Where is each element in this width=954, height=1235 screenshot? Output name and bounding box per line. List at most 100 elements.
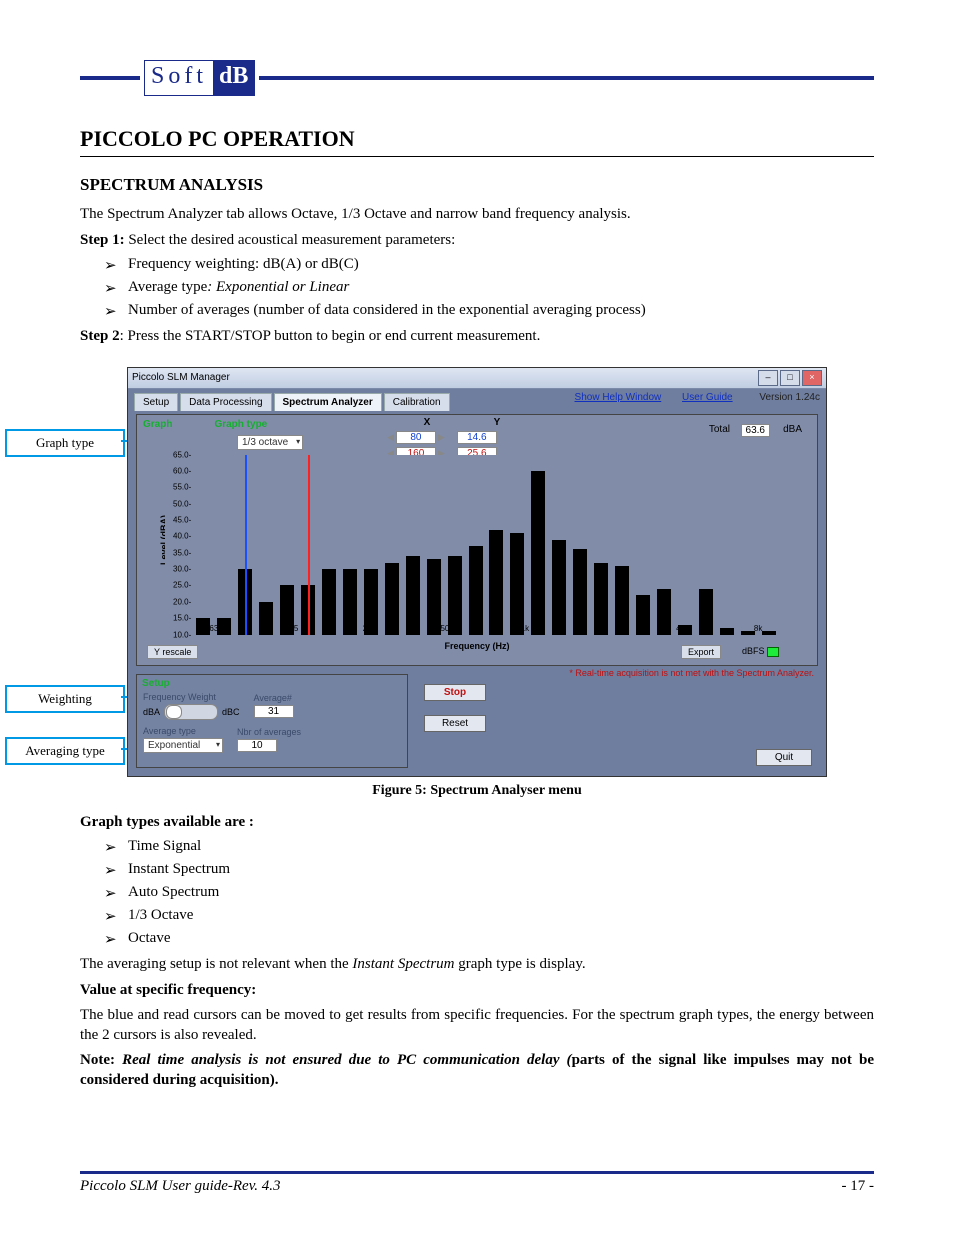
cursor-blue[interactable]: [245, 455, 247, 635]
step2-text: : Press the START/STOP button to begin o…: [120, 328, 541, 344]
callout-averaging: Averaging type: [5, 737, 125, 765]
graph-types-list: ➢Time Signal ➢Instant Spectrum ➢Auto Spe…: [80, 838, 874, 949]
x-tick: 500: [440, 624, 453, 633]
y-tick: 45.0-: [173, 515, 191, 524]
total-label: Total: [709, 424, 730, 435]
setup-panel: Setup Frequency Weight dBA dBC Average# …: [136, 674, 408, 768]
window-title: Piccolo SLM Manager: [132, 372, 756, 383]
quit-button[interactable]: Quit: [756, 749, 812, 766]
list-item: 1/3 Octave: [128, 907, 193, 926]
bullet-text: Average type: Exponential or Linear: [128, 279, 349, 298]
chart-bar: [657, 589, 671, 635]
chart-bar: [762, 631, 776, 634]
chart-bar: [573, 549, 587, 634]
note-italic: Real time analysis is not ensured due to…: [122, 1052, 572, 1068]
chart-bar: [343, 569, 357, 634]
logo-db: dB: [213, 61, 254, 95]
header: Soft dB: [80, 60, 874, 96]
x-tick: 2k: [598, 624, 606, 633]
step1: Step 1: Select the desired acoustical me…: [80, 231, 874, 251]
chart-bar: [469, 546, 483, 634]
logo-soft: Soft: [145, 61, 213, 95]
bullet-icon: ➢: [104, 302, 128, 321]
section-heading: SPECTRUM ANALYSIS: [80, 175, 874, 195]
nbr-avg-input[interactable]: 10: [237, 739, 277, 752]
list-item: Octave: [128, 930, 170, 949]
step1-bullets: ➢Frequency weighting: dB(A) or dB(C) ➢Av…: [80, 256, 874, 321]
avg-num-value: 31: [254, 705, 294, 718]
avg-type-select[interactable]: Exponential: [143, 738, 223, 753]
right-arrow-icon[interactable]: ▶: [438, 432, 445, 443]
y-tick: 25.0-: [173, 581, 191, 590]
user-guide-link[interactable]: User Guide: [682, 392, 733, 403]
bullet-icon: ➢: [104, 861, 128, 880]
y-tick: 30.0-: [173, 565, 191, 574]
bullet-text: Number of averages (number of data consi…: [128, 302, 646, 321]
footer-rule: [80, 1171, 874, 1174]
action-buttons: Stop Reset: [424, 684, 486, 732]
close-button[interactable]: ×: [802, 370, 822, 386]
y-tick: 60.0-: [173, 466, 191, 475]
tab-setup[interactable]: Setup: [134, 393, 178, 411]
chart-bar: [259, 602, 273, 635]
weighting-toggle[interactable]: [164, 704, 218, 720]
screenshot: Graph type Weighting Averaging type Picc…: [127, 367, 827, 777]
bullet-icon: ➢: [104, 907, 128, 926]
graph-panel: Graph Graph type 1/3 octave X Y ◀ 80 ▶ 1…: [136, 414, 818, 666]
tab-calibration[interactable]: Calibration: [384, 393, 450, 411]
left-arrow-icon[interactable]: ◀: [387, 432, 394, 443]
bullet-icon: ➢: [104, 256, 128, 275]
export-button[interactable]: Export: [681, 645, 721, 659]
y-tick: 35.0-: [173, 548, 191, 557]
note-paragraph: Note: Real time analysis is not ensured …: [80, 1051, 874, 1090]
freq-weight-label: Frequency Weight: [143, 692, 240, 702]
stop-button[interactable]: Stop: [424, 684, 486, 701]
total-value: 63.6: [741, 424, 770, 437]
cursor-x1[interactable]: 80: [396, 431, 436, 444]
y-tick: 40.0-: [173, 532, 191, 541]
titlebar: Piccolo SLM Manager – □ ×: [128, 368, 826, 389]
cursor-y1: 14.6: [457, 431, 497, 444]
tab-spectrum-analyzer[interactable]: Spectrum Analyzer: [274, 393, 382, 411]
chart-bar: [217, 618, 231, 634]
cursor-red[interactable]: [308, 455, 310, 635]
chart-bar: [552, 540, 566, 635]
graph-type-select[interactable]: 1/3 octave: [237, 435, 303, 450]
app-window: Piccolo SLM Manager – □ × Setup Data Pro…: [127, 367, 827, 777]
y-tick: 20.0-: [173, 597, 191, 606]
chart-bar: [322, 569, 336, 634]
chart-bar: [510, 533, 524, 634]
reset-button[interactable]: Reset: [424, 715, 486, 732]
chart-plot: 65.0-60.0-55.0-50.0-45.0-40.0-35.0-30.0-…: [165, 455, 807, 635]
logo: Soft dB: [144, 60, 255, 96]
step1-text: Select the desired acoustical measuremen…: [125, 232, 456, 248]
x-tick: 1k: [521, 624, 529, 633]
chart-bar: [636, 595, 650, 634]
figure-caption: Figure 5: Spectrum Analyser menu: [80, 783, 874, 799]
bullet-icon: ➢: [104, 884, 128, 903]
version-label: Version 1.24c: [759, 392, 820, 403]
step1-label: Step 1:: [80, 232, 125, 248]
setup-header: Setup: [137, 675, 407, 692]
header-rule-left: [80, 76, 140, 80]
footer: Piccolo SLM User guide-Rev. 4.3 - 17 -: [80, 1178, 874, 1195]
dba-label: dBA: [143, 707, 160, 717]
y-tick: 10.0-: [173, 630, 191, 639]
bullet-icon: ➢: [104, 838, 128, 857]
x-tick: 4k: [676, 624, 684, 633]
chart-bar: [406, 556, 420, 635]
tab-data-processing[interactable]: Data Processing: [180, 393, 271, 411]
header-rule-right: [259, 76, 874, 80]
minimize-button[interactable]: –: [758, 370, 778, 386]
graph-types-heading: Graph types available are :: [80, 814, 254, 830]
bullet-icon: ➢: [104, 279, 128, 298]
x-tick: 250: [363, 624, 376, 633]
help-link[interactable]: Show Help Window: [575, 392, 662, 403]
dbfs-led-icon: [767, 647, 779, 657]
y-rescale-button[interactable]: Y rescale: [147, 645, 198, 659]
maximize-button[interactable]: □: [780, 370, 800, 386]
graph-type-label: Graph type: [214, 419, 267, 430]
total-unit: dBA: [783, 424, 802, 435]
chart-bar: [699, 589, 713, 635]
x-tick: 63: [209, 624, 218, 633]
